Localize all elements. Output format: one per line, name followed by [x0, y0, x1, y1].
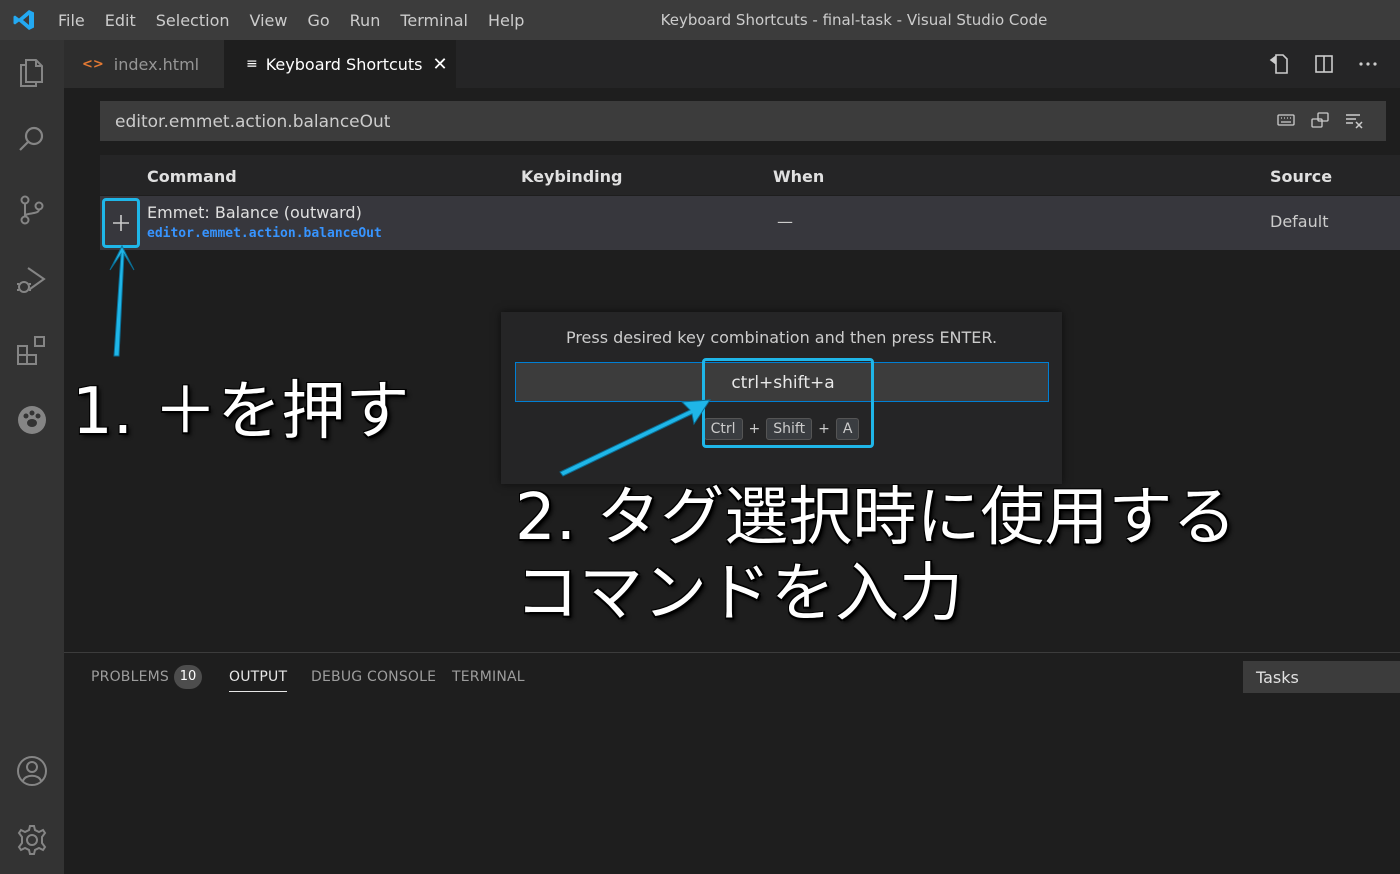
keybinding-search-input[interactable]: editor.emmet.action.balanceOut	[100, 101, 1386, 141]
account-icon[interactable]	[14, 753, 50, 789]
table-row[interactable]: Emmet: Balance (outward) editor.emmet.ac…	[100, 196, 1400, 250]
problems-count-badge: 10	[174, 665, 202, 689]
table-header: Command Keybinding When Source	[100, 155, 1400, 195]
bottom-panel: PROBLEMS 10 OUTPUT DEBUG CONSOLE TERMINA…	[64, 652, 1400, 874]
close-icon[interactable]: ✕	[433, 54, 448, 75]
column-command[interactable]: Command	[147, 167, 237, 186]
files-icon[interactable]	[14, 54, 50, 90]
sort-by-precedence-icon[interactable]	[1310, 110, 1330, 130]
title-bar: File Edit Selection View Go Run Terminal…	[0, 0, 1400, 40]
keyboard-shortcuts-file-icon: ≡	[246, 56, 258, 72]
record-keys-icon[interactable]	[1276, 110, 1296, 130]
plus-icon	[113, 215, 129, 231]
tab-terminal[interactable]: TERMINAL	[452, 669, 525, 685]
tab-output[interactable]: OUTPUT	[229, 669, 288, 692]
annotation-step2-line2: コマンドを入力	[515, 557, 963, 631]
search-tools	[1276, 110, 1364, 130]
column-source[interactable]: Source	[1270, 167, 1332, 186]
open-keybindings-json-icon[interactable]	[1268, 52, 1292, 76]
add-keybinding-button[interactable]	[102, 198, 140, 248]
window-title: Keyboard Shortcuts - final-task - Visual…	[660, 11, 1048, 29]
output-channel-select[interactable]: Tasks	[1243, 661, 1400, 693]
clear-search-icon[interactable]	[1344, 110, 1364, 130]
tab-debug-console[interactable]: DEBUG CONSOLE	[311, 669, 436, 685]
tab-label: Keyboard Shortcuts	[265, 54, 423, 74]
column-keybinding[interactable]: Keybinding	[521, 167, 623, 186]
annotation-step2: 2. タグ選択時に使用する コマンドを入力	[515, 480, 1236, 632]
paw-icon[interactable]	[14, 402, 50, 438]
when-value: —	[777, 212, 793, 231]
more-actions-icon[interactable]	[1356, 52, 1380, 76]
define-keybinding-dialog: Press desired key combination and then p…	[501, 312, 1062, 484]
tab-label: index.html	[113, 54, 200, 74]
search-icon[interactable]	[14, 122, 50, 158]
dialog-message: Press desired key combination and then p…	[565, 328, 998, 347]
input-highlight-box	[702, 358, 874, 448]
search-value: editor.emmet.action.balanceOut	[115, 112, 391, 132]
source-value: Default	[1270, 212, 1329, 231]
tab-problems[interactable]: PROBLEMS	[91, 669, 169, 685]
annotation-step1: 1. ＋を押す	[72, 375, 410, 449]
activity-bar	[0, 40, 64, 874]
tab-keyboard-shortcuts[interactable]: ≡ Keyboard Shortcuts ✕	[224, 40, 456, 88]
editor-tabs: <> index.html ≡ Keyboard Shortcuts ✕	[64, 40, 1400, 88]
editor-actions	[1268, 52, 1380, 76]
gear-icon[interactable]	[14, 822, 50, 858]
annotation-step2-line1: 2. タグ選択時に使用する	[515, 481, 1237, 555]
source-control-icon[interactable]	[14, 192, 50, 228]
column-when[interactable]: When	[773, 167, 824, 186]
run-debug-icon[interactable]	[14, 262, 50, 298]
tab-index-html[interactable]: <> index.html	[64, 40, 224, 88]
extensions-icon[interactable]	[14, 332, 50, 368]
split-editor-icon[interactable]	[1312, 52, 1336, 76]
html-file-icon: <>	[82, 56, 104, 72]
command-id: editor.emmet.action.balanceOut	[147, 226, 382, 241]
command-title: Emmet: Balance (outward)	[147, 203, 362, 222]
